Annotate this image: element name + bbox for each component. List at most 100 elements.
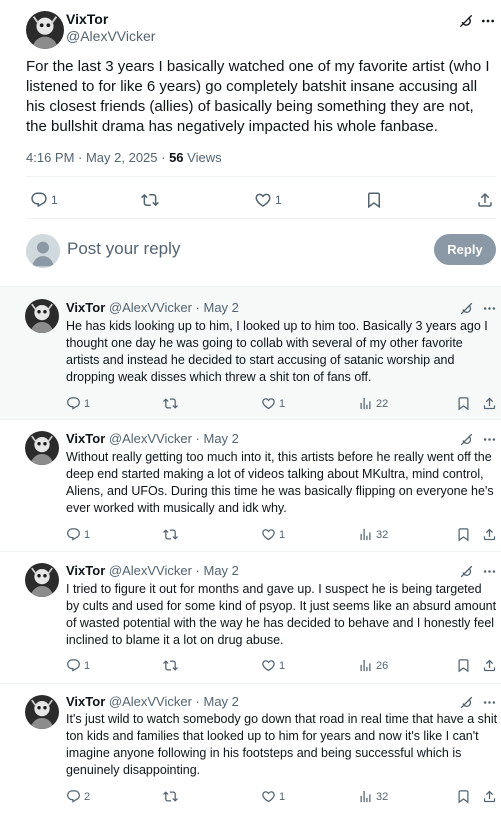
heart-icon bbox=[254, 191, 272, 209]
repost-button[interactable] bbox=[163, 789, 178, 804]
more-icon[interactable] bbox=[480, 13, 496, 29]
bookmark-icon bbox=[456, 527, 471, 542]
reply-button[interactable]: 1 bbox=[66, 658, 90, 673]
views-count: 56 bbox=[169, 150, 184, 165]
reply-text: Without really getting too much into it,… bbox=[66, 450, 494, 515]
like-button[interactable]: 1 bbox=[261, 789, 285, 804]
share-button[interactable] bbox=[476, 191, 494, 209]
bookmark-button[interactable] bbox=[456, 527, 471, 542]
tweet-meta: 4:16 PM · May 2, 2025 · 56 Views bbox=[26, 150, 222, 165]
bookmark-button[interactable] bbox=[365, 191, 383, 209]
like-button[interactable]: 1 bbox=[261, 396, 285, 411]
reply-avatar[interactable] bbox=[25, 695, 59, 729]
grok-icon[interactable] bbox=[459, 301, 475, 317]
reply-post[interactable]: VixTor @AlexVVicker · May 2 He has kids … bbox=[0, 287, 501, 419]
reply-author[interactable]: VixTor @AlexVVicker · May 2 bbox=[66, 431, 239, 446]
heart-icon bbox=[261, 527, 276, 542]
views-count: 26 bbox=[376, 659, 389, 672]
views-count: 32 bbox=[376, 528, 389, 541]
reply-button[interactable]: 1 bbox=[30, 191, 58, 209]
share-icon bbox=[482, 396, 497, 411]
reply-author[interactable]: VixTor @AlexVVicker · May 2 bbox=[66, 563, 239, 578]
reply-meta: @AlexVVicker · May 2 bbox=[108, 563, 239, 578]
reply-author[interactable]: VixTor @AlexVVicker · May 2 bbox=[66, 694, 239, 709]
reply-icon bbox=[30, 191, 48, 209]
reply-post[interactable]: VixTor @AlexVVicker · May 2 I tried to f… bbox=[0, 552, 501, 683]
reply-button[interactable]: 2 bbox=[66, 789, 90, 804]
views-button[interactable]: 32 bbox=[358, 789, 388, 804]
like-button[interactable]: 1 bbox=[261, 658, 285, 673]
like-count: 1 bbox=[275, 193, 282, 207]
views-icon bbox=[358, 527, 373, 542]
author-name[interactable]: VixTor bbox=[66, 11, 108, 27]
repost-button[interactable] bbox=[163, 658, 178, 673]
bookmark-button[interactable] bbox=[456, 396, 471, 411]
grok-icon[interactable] bbox=[459, 564, 475, 580]
like-button[interactable]: 1 bbox=[254, 191, 282, 209]
reply-meta: @AlexVVicker · May 2 bbox=[108, 431, 239, 446]
reply-avatar[interactable] bbox=[25, 299, 59, 333]
repost-button[interactable] bbox=[141, 191, 159, 209]
reply-icon bbox=[66, 396, 81, 411]
reply-input[interactable]: Post your reply bbox=[67, 239, 180, 259]
reply-count: 1 bbox=[84, 659, 91, 672]
share-icon bbox=[482, 527, 497, 542]
reply-avatar[interactable] bbox=[25, 563, 59, 597]
reply-count: 1 bbox=[84, 397, 91, 410]
like-count: 1 bbox=[279, 397, 286, 410]
reply-author[interactable]: VixTor @AlexVVicker · May 2 bbox=[66, 300, 239, 315]
author-handle[interactable]: @AlexVVicker bbox=[66, 28, 155, 44]
bookmark-icon bbox=[456, 789, 471, 804]
share-icon bbox=[482, 658, 497, 673]
reply-meta: @AlexVVicker · May 2 bbox=[108, 300, 239, 315]
repost-button[interactable] bbox=[163, 396, 178, 411]
tweet-timestamp[interactable]: 4:16 PM · May 2, 2025 · bbox=[26, 150, 169, 165]
repost-icon bbox=[163, 789, 178, 804]
like-button[interactable]: 1 bbox=[261, 527, 285, 542]
reply-post[interactable]: VixTor @AlexVVicker · May 2 It's just wi… bbox=[0, 684, 501, 816]
current-user-avatar bbox=[26, 234, 60, 268]
divider bbox=[26, 218, 496, 219]
repost-button[interactable] bbox=[163, 527, 178, 542]
share-button[interactable] bbox=[482, 789, 497, 804]
reply-name: VixTor bbox=[66, 431, 106, 446]
views-icon bbox=[358, 658, 373, 673]
reply-avatar[interactable] bbox=[25, 431, 59, 465]
reply-submit-button[interactable]: Reply bbox=[434, 234, 496, 265]
views-button[interactable]: 22 bbox=[358, 396, 388, 411]
reply-button[interactable]: 1 bbox=[66, 396, 90, 411]
bookmark-button[interactable] bbox=[456, 658, 471, 673]
share-button[interactable] bbox=[482, 396, 497, 411]
grok-icon[interactable] bbox=[459, 432, 475, 448]
heart-icon bbox=[261, 396, 276, 411]
bookmark-button[interactable] bbox=[456, 789, 471, 804]
share-button[interactable] bbox=[482, 527, 497, 542]
more-icon[interactable] bbox=[482, 301, 498, 317]
views-button[interactable]: 32 bbox=[358, 527, 388, 542]
reply-name: VixTor bbox=[66, 563, 106, 578]
reply-name: VixTor bbox=[66, 694, 106, 709]
share-icon bbox=[476, 191, 494, 209]
views-icon bbox=[358, 789, 373, 804]
author-avatar[interactable] bbox=[26, 11, 64, 49]
reply-meta: @AlexVVicker · May 2 bbox=[108, 694, 239, 709]
share-button[interactable] bbox=[482, 658, 497, 673]
reply-count: 2 bbox=[84, 790, 91, 803]
grok-icon[interactable] bbox=[458, 13, 474, 29]
grok-icon[interactable] bbox=[459, 695, 475, 711]
reply-button[interactable]: 1 bbox=[66, 527, 90, 542]
more-icon[interactable] bbox=[482, 432, 498, 448]
bookmark-icon bbox=[456, 396, 471, 411]
views-button[interactable]: 26 bbox=[358, 658, 388, 673]
reply-icon bbox=[66, 527, 81, 542]
tweet-text: For the last 3 years I basically watched… bbox=[26, 58, 490, 135]
reply-post[interactable]: VixTor @AlexVVicker · May 2 Without real… bbox=[0, 420, 501, 551]
more-icon[interactable] bbox=[482, 564, 498, 580]
more-icon[interactable] bbox=[482, 695, 498, 711]
reply-icon bbox=[66, 658, 81, 673]
reply-name: VixTor bbox=[66, 300, 106, 315]
heart-icon bbox=[261, 789, 276, 804]
reply-icon bbox=[66, 789, 81, 804]
views-count: 22 bbox=[376, 397, 389, 410]
like-count: 1 bbox=[279, 790, 286, 803]
